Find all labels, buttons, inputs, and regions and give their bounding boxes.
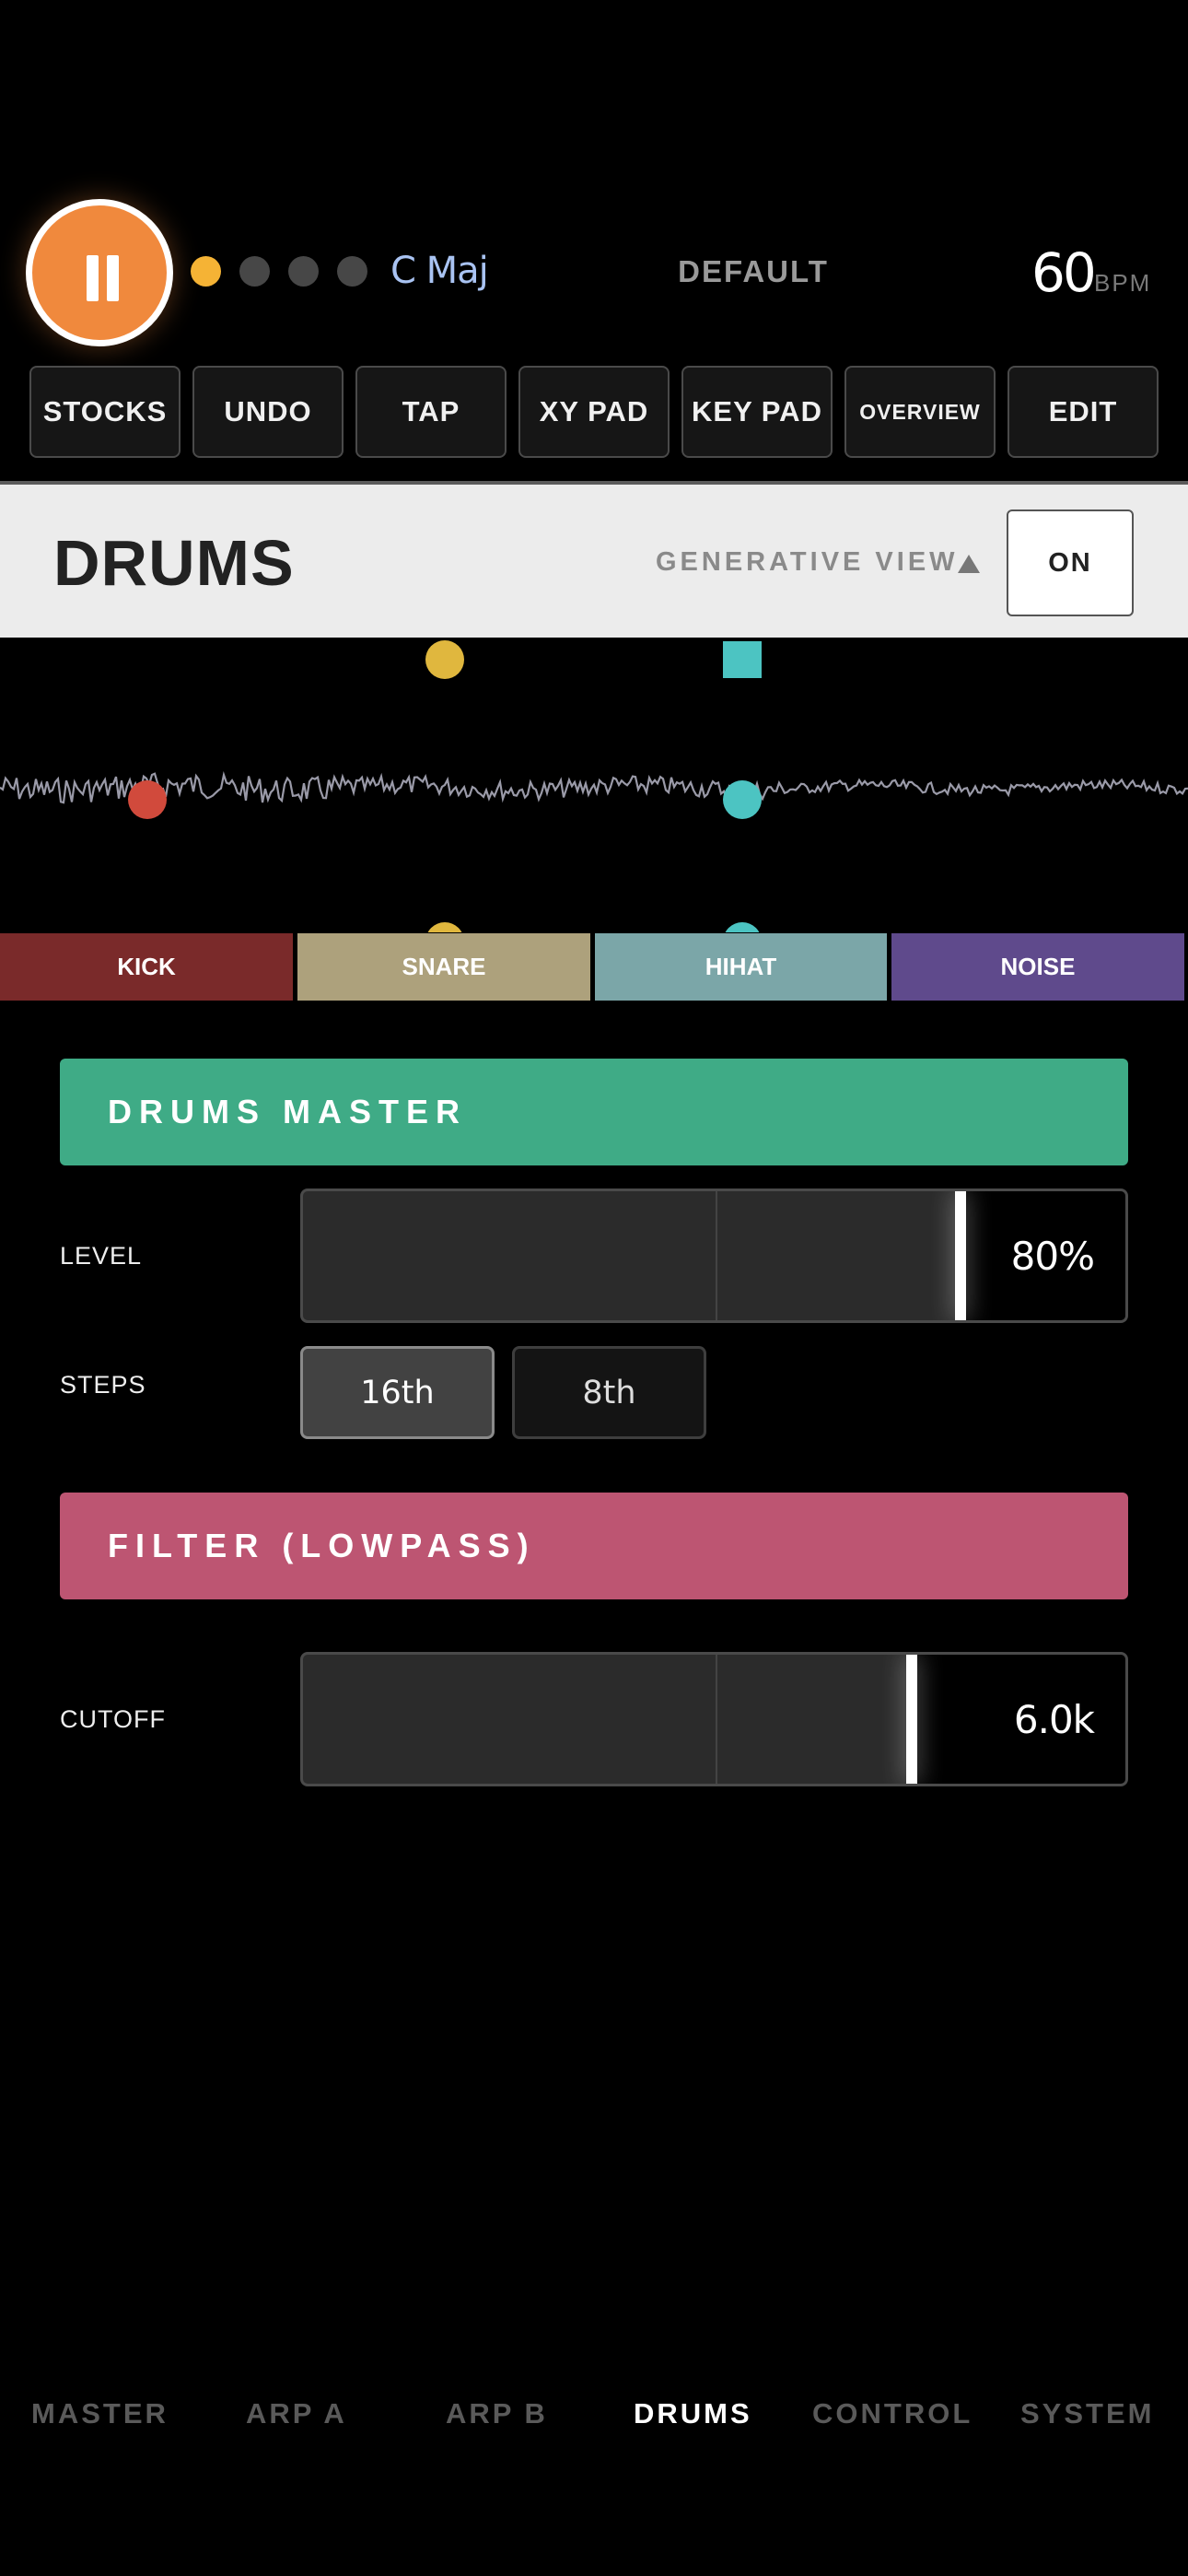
key-selector[interactable]: C Maj	[390, 250, 489, 292]
snare-event-dot-lower	[427, 922, 462, 932]
snare-event-dot	[425, 640, 464, 679]
key-pad-button[interactable]: KEY PAD	[681, 366, 833, 458]
generative-view-toggle[interactable]: GENERATIVE VIEW	[656, 547, 959, 578]
pause-icon	[87, 255, 99, 301]
generative-visualizer[interactable]	[0, 638, 1188, 932]
hihat-event-dot-lower	[725, 922, 760, 932]
hihat-event-square	[723, 641, 762, 678]
hihat-event-dot	[723, 780, 762, 819]
nav-system[interactable]: SYSTEM	[1020, 2397, 1154, 2430]
level-slider-thumb[interactable]	[955, 1191, 966, 1320]
nav-arp-a[interactable]: ARP A	[246, 2397, 347, 2430]
step-indicator-1	[191, 256, 221, 287]
cutoff-label: CUTOFF	[60, 1705, 166, 1733]
cutoff-slider[interactable]: 6.0k	[300, 1652, 1128, 1786]
nav-arp-b[interactable]: ARP B	[446, 2397, 548, 2430]
preset-name[interactable]: DEFAULT	[553, 254, 954, 289]
nav-drums[interactable]: DRUMS	[634, 2397, 752, 2430]
steps-16th-button[interactable]: 16th	[300, 1346, 495, 1439]
play-pause-button[interactable]	[26, 199, 173, 346]
edit-button[interactable]: EDIT	[1007, 366, 1159, 458]
step-indicator-4	[337, 256, 367, 287]
undo-button[interactable]: UNDO	[192, 366, 344, 458]
track-tab-kick[interactable]: KICK	[0, 933, 293, 1001]
steps-8th-button[interactable]: 8th	[512, 1346, 706, 1439]
track-tab-snare[interactable]: SNARE	[297, 933, 590, 1001]
overview-button[interactable]: OVERVIEW	[844, 366, 996, 458]
level-label: LEVEL	[60, 1242, 143, 1270]
triangle-up-icon[interactable]	[958, 555, 980, 573]
track-tab-hihat[interactable]: HIHAT	[595, 933, 887, 1001]
step-indicator-3	[288, 256, 319, 287]
filter-header: FILTER (LOWPASS)	[60, 1493, 1128, 1599]
stocks-button[interactable]: STOCKS	[29, 366, 181, 458]
nav-master[interactable]: MASTER	[31, 2397, 169, 2430]
nav-control[interactable]: CONTROL	[812, 2397, 973, 2430]
cutoff-slider-thumb[interactable]	[906, 1655, 917, 1784]
on-toggle-button[interactable]: ON	[1007, 509, 1134, 616]
track-tab-noise[interactable]: NOISE	[891, 933, 1184, 1001]
page-title: DRUMS	[53, 527, 295, 599]
step-indicator-2	[239, 256, 270, 287]
bpm-value[interactable]: 60	[1031, 241, 1097, 304]
bpm-unit-label: BPM	[1094, 269, 1152, 297]
xy-pad-button[interactable]: XY PAD	[518, 366, 670, 458]
tap-button[interactable]: TAP	[355, 366, 507, 458]
waveform-line	[0, 770, 1188, 804]
instrument-header: DRUMS GENERATIVE VIEW ON	[0, 481, 1188, 638]
track-tabs: KICK SNARE HIHAT NOISE	[0, 933, 1188, 1001]
steps-label: STEPS	[60, 1371, 146, 1399]
drums-master-header: DRUMS MASTER	[60, 1059, 1128, 1165]
cutoff-value: 6.0k	[1013, 1697, 1095, 1742]
kick-event-dot	[128, 780, 167, 819]
level-slider[interactable]: 80%	[300, 1188, 1128, 1323]
level-value: 80%	[1010, 1234, 1095, 1279]
